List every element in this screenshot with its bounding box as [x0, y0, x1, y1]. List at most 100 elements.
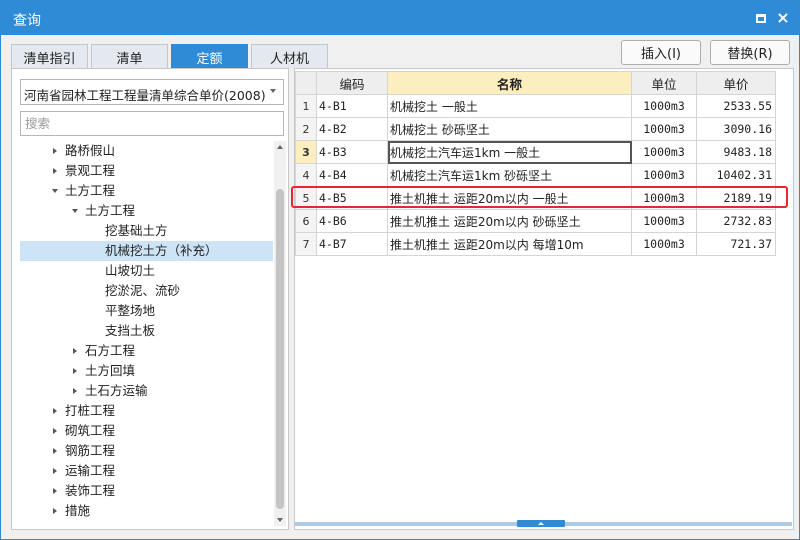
scroll-up-icon[interactable] — [277, 145, 283, 149]
cell-unit[interactable]: 1000m3 — [631, 140, 697, 164]
tab-list[interactable]: 清单 — [91, 44, 168, 69]
close-icon[interactable]: × — [775, 10, 791, 26]
tree-item[interactable]: 挖淤泥、流砂 — [20, 281, 273, 301]
tree-item-label: 土方工程 — [85, 203, 136, 218]
cell-name[interactable]: 机械挖土汽车运1km 砂砾坚土 — [387, 163, 632, 187]
tree-item[interactable]: 钢筋工程 — [20, 441, 273, 461]
tree-item-label: 景观工程 — [65, 163, 116, 178]
tree-item-label: 平整场地 — [105, 303, 156, 318]
tab-labor-material-machine[interactable]: 人材机 — [251, 44, 328, 69]
table-header: 编码 名称 单位 单价 — [295, 71, 776, 95]
cell-name[interactable]: 机械挖土 砂砾坚土 — [387, 117, 632, 141]
tree-item[interactable]: 土方工程 — [20, 181, 273, 201]
caret-right-icon[interactable] — [70, 361, 80, 381]
cell-unit[interactable]: 1000m3 — [631, 94, 697, 118]
tree-item-label: 装饰工程 — [65, 483, 116, 498]
table-row[interactable]: 4 4-B4 机械挖土汽车运1km 砂砾坚土 1000m3 10402.31 — [295, 163, 776, 187]
maximize-icon[interactable] — [753, 10, 769, 26]
cell-price[interactable]: 3090.16 — [696, 117, 776, 141]
caret-right-icon[interactable] — [70, 381, 80, 401]
cell-code[interactable]: 4-B2 — [316, 117, 388, 141]
tree-item[interactable]: 山坡切土 — [20, 261, 273, 281]
cell-code[interactable]: 4-B3 — [316, 140, 388, 164]
cell-code[interactable]: 4-B1 — [316, 94, 388, 118]
tree-item[interactable]: 路桥假山 — [20, 141, 273, 161]
cell-price[interactable]: 721.37 — [696, 232, 776, 256]
cell-unit[interactable]: 1000m3 — [631, 163, 697, 187]
tab-list-guide[interactable]: 清单指引 — [11, 44, 88, 69]
header-unit[interactable]: 单位 — [631, 71, 697, 95]
tree-item-label: 运输工程 — [65, 463, 116, 478]
cell-price[interactable]: 2732.83 — [696, 209, 776, 233]
caret-right-icon[interactable] — [50, 501, 60, 521]
tree-item-label: 打桩工程 — [65, 403, 116, 418]
tree-item[interactable]: 土方工程 — [20, 201, 273, 221]
cell-unit[interactable]: 1000m3 — [631, 117, 697, 141]
tree-item[interactable]: 土石方运输 — [20, 381, 273, 401]
tree-item-label: 措施 — [65, 503, 91, 518]
table-row[interactable]: 3 4-B3 机械挖土汽车运1km 一般土 1000m3 9483.18 — [295, 140, 776, 164]
cell-code[interactable]: 4-B6 — [316, 209, 388, 233]
cell-unit[interactable]: 1000m3 — [631, 209, 697, 233]
insert-button[interactable]: 插入(I) — [621, 40, 701, 65]
cell-price[interactable]: 10402.31 — [696, 163, 776, 187]
query-dialog: 查询 × 清单指引 清单 定额 人材机 插入(I) 替换(R) 河南省园林工程工… — [0, 0, 800, 540]
cell-price[interactable]: 9483.18 — [696, 140, 776, 164]
caret-right-icon[interactable] — [50, 481, 60, 501]
table-row[interactable]: 2 4-B2 机械挖土 砂砾坚土 1000m3 3090.16 — [295, 117, 776, 141]
tree-item[interactable]: 措施 — [20, 501, 273, 521]
cell-price[interactable]: 2533.55 — [696, 94, 776, 118]
tree-item-label: 挖淤泥、流砂 — [105, 283, 181, 298]
tree-item[interactable]: 运输工程 — [20, 461, 273, 481]
search-input[interactable] — [20, 111, 284, 136]
tree-item[interactable]: 挖基础土方 — [20, 221, 273, 241]
row-number[interactable]: 7 — [295, 232, 317, 256]
table-row[interactable]: 6 4-B6 推土机推土 运距20m以内 砂砾坚土 1000m3 2732.83 — [295, 209, 776, 233]
row-number[interactable]: 6 — [295, 209, 317, 233]
tree-item[interactable]: 平整场地 — [20, 301, 273, 321]
table-row[interactable]: 7 4-B7 推土机推土 运距20m以内 每增10m 1000m3 721.37 — [295, 232, 776, 256]
scrollbar-thumb[interactable] — [276, 189, 284, 509]
caret-right-icon[interactable] — [50, 461, 60, 481]
scroll-down-icon[interactable] — [277, 518, 283, 522]
table-row[interactable]: 1 4-B1 机械挖土 一般土 1000m3 2533.55 — [295, 94, 776, 118]
caret-right-icon[interactable] — [50, 141, 60, 161]
cell-name[interactable]: 推土机推土 运距20m以内 每增10m — [387, 232, 632, 256]
tree-item[interactable]: 装饰工程 — [20, 481, 273, 501]
caret-right-icon[interactable] — [50, 421, 60, 441]
tree-item[interactable]: 景观工程 — [20, 161, 273, 181]
tree-item[interactable]: 土方回填 — [20, 361, 273, 381]
cell-name[interactable]: 推土机推土 运距20m以内 砂砾坚土 — [387, 209, 632, 233]
caret-right-icon[interactable] — [50, 401, 60, 421]
tree-item[interactable]: 石方工程 — [20, 341, 273, 361]
header-name[interactable]: 名称 — [387, 71, 632, 95]
quota-table-panel: 编码 名称 单位 单价 1 4-B1 机械挖土 一般土 1000m3 2533.55 2 4… — [294, 68, 794, 530]
tree-scrollbar[interactable] — [274, 141, 286, 526]
title-bar[interactable]: 查询 × — [1, 1, 799, 35]
row-number[interactable]: 1 — [295, 94, 317, 118]
tree-item[interactable]: 机械挖土方（补充） — [20, 241, 273, 261]
header-code[interactable]: 编码 — [316, 71, 388, 95]
cell-code[interactable]: 4-B4 — [316, 163, 388, 187]
replace-button[interactable]: 替换(R) — [710, 40, 790, 65]
library-select[interactable]: 河南省园林工程工程量清单综合单价(2008) — [20, 79, 284, 105]
caret-right-icon[interactable] — [50, 441, 60, 461]
cell-name[interactable]: 机械挖土汽车运1km 一般土 — [387, 140, 632, 164]
row-number[interactable]: 3 — [295, 140, 317, 164]
tab-quota[interactable]: 定额 — [171, 44, 248, 69]
caret-down-icon[interactable] — [70, 201, 80, 221]
row-number[interactable]: 2 — [295, 117, 317, 141]
cell-code[interactable]: 4-B7 — [316, 232, 388, 256]
cell-name[interactable]: 机械挖土 一般土 — [387, 94, 632, 118]
tree-item[interactable]: 砌筑工程 — [20, 421, 273, 441]
tree-item[interactable]: 打桩工程 — [20, 401, 273, 421]
highlight-box — [291, 186, 788, 208]
tree-item[interactable]: 支挡土板 — [20, 321, 273, 341]
caret-right-icon[interactable] — [50, 161, 60, 181]
splitter-handle-icon[interactable] — [517, 520, 565, 527]
cell-unit[interactable]: 1000m3 — [631, 232, 697, 256]
caret-right-icon[interactable] — [70, 341, 80, 361]
header-price[interactable]: 单价 — [696, 71, 776, 95]
caret-down-icon[interactable] — [50, 181, 60, 201]
row-number[interactable]: 4 — [295, 163, 317, 187]
